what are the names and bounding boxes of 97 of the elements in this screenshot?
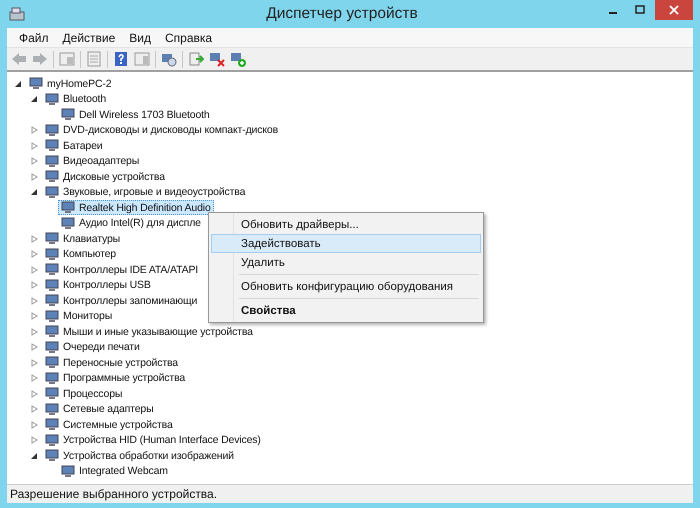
- menu-item[interactable]: Действие: [56, 30, 122, 44]
- device-icon: [45, 278, 59, 292]
- expand-icon[interactable]: [31, 126, 38, 134]
- tree-item[interactable]: Контроллеры запоминающи: [42, 293, 200, 308]
- tree-item[interactable]: Integrated Webcam: [58, 464, 171, 479]
- expand-icon[interactable]: [31, 328, 38, 336]
- expand-icon[interactable]: [31, 142, 38, 150]
- maximize-icon[interactable]: [634, 5, 644, 15]
- tree-item[interactable]: Клавиатуры: [42, 231, 124, 246]
- device-icon: [45, 186, 59, 199]
- device-icon: [45, 170, 59, 184]
- panel-icon[interactable]: [134, 51, 150, 67]
- device-icon: [29, 77, 43, 90]
- menu-item[interactable]: Обновить драйверы...: [211, 215, 481, 234]
- tree-item[interactable]: Контроллеры USB: [42, 278, 154, 293]
- tree-item[interactable]: Мониторы: [42, 308, 116, 324]
- device-icon: [45, 325, 59, 338]
- expand-icon[interactable]: [31, 281, 38, 290]
- tree-item[interactable]: Аудио Intel(R) для диспле: [58, 216, 204, 231]
- collapse-icon[interactable]: [31, 452, 38, 460]
- device-icon: [45, 434, 59, 447]
- expand-icon[interactable]: [31, 250, 38, 258]
- device-icon: [45, 92, 59, 106]
- expand-icon[interactable]: [31, 390, 38, 398]
- collapse-icon[interactable]: [31, 188, 38, 196]
- tree-item[interactable]: Процессоры: [42, 386, 126, 402]
- expand-icon[interactable]: [31, 358, 38, 367]
- tree-item[interactable]: Видеоадаптеры: [42, 154, 142, 169]
- list-icon[interactable]: [86, 51, 102, 67]
- tree-item[interactable]: Устройства HID (Human Interface Devices): [42, 432, 264, 448]
- menu-item[interactable]: Задействовать: [211, 234, 481, 253]
- expand-icon[interactable]: [31, 172, 38, 181]
- device-icon: [45, 294, 59, 308]
- device-icon: [45, 124, 59, 137]
- device-icon: [45, 232, 59, 246]
- tree-item[interactable]: Компьютер: [42, 246, 119, 262]
- tree-item[interactable]: Программные устройства: [42, 370, 188, 386]
- tree-item[interactable]: Переносные устройства: [42, 355, 182, 370]
- tree-item[interactable]: Dell Wireless 1703 Bluetooth: [58, 107, 213, 122]
- menu-item[interactable]: Свойства: [211, 301, 481, 320]
- expand-icon[interactable]: [31, 374, 38, 382]
- close-button[interactable]: [655, 0, 693, 20]
- device-icon: [61, 216, 75, 230]
- device-icon: [45, 356, 59, 370]
- enable-device-icon[interactable]: [230, 51, 246, 67]
- device-icon: [45, 340, 59, 354]
- tree-item[interactable]: Системные устройства: [42, 417, 176, 432]
- collapse-icon[interactable]: [15, 80, 22, 88]
- device-icon: [45, 248, 59, 261]
- device-icon: [45, 449, 59, 462]
- tree-item[interactable]: Устройства обработки изображений: [42, 448, 237, 464]
- expand-icon[interactable]: [31, 343, 38, 352]
- expand-icon[interactable]: [31, 266, 38, 274]
- device-icon: [45, 402, 59, 416]
- menu-item[interactable]: Обновить конфигурацию оборудования: [211, 277, 481, 296]
- tree-item[interactable]: Дисковые устройства: [42, 169, 168, 184]
- status-bar: Разрешение выбранного устройства.: [7, 484, 693, 503]
- device-icon: [45, 139, 59, 152]
- back-icon[interactable]: [11, 51, 27, 67]
- expand-icon[interactable]: [31, 405, 38, 414]
- tree-item[interactable]: Realtek High Definition Audio: [58, 200, 214, 216]
- expand-icon[interactable]: [31, 312, 38, 320]
- device-icon: [45, 310, 59, 323]
- tree-item[interactable]: myHomePC-2: [26, 76, 114, 92]
- update-driver-icon[interactable]: [188, 51, 204, 67]
- close-icon[interactable]: [669, 5, 679, 15]
- device-icon: [45, 418, 59, 432]
- device-icon: [61, 108, 75, 122]
- device-icon: [61, 201, 75, 214]
- tree-item[interactable]: Bluetooth: [42, 92, 110, 107]
- tree-item[interactable]: Звуковые, игровые и видеоустройства: [42, 184, 248, 200]
- menu-item[interactable]: Удалить: [211, 253, 481, 272]
- tree-item[interactable]: Контроллеры IDE ATA/ATAPI: [42, 262, 202, 278]
- device-icon: [45, 263, 59, 276]
- device-icon: [45, 372, 59, 385]
- tree-item[interactable]: Батареи: [42, 138, 106, 154]
- device-icon: [45, 154, 59, 168]
- help-icon[interactable]: [113, 51, 129, 67]
- expand-icon[interactable]: [31, 420, 38, 429]
- menu-item[interactable]: Вид: [122, 30, 158, 44]
- console-tree-icon[interactable]: [59, 51, 75, 67]
- forward-icon[interactable]: [32, 51, 48, 67]
- tree-item[interactable]: Сетевые адаптеры: [42, 402, 156, 417]
- device-icon: [45, 387, 59, 400]
- tree-item[interactable]: DVD-дисководы и дисководы компакт-дисков: [42, 122, 282, 138]
- tree-item[interactable]: Очереди печати: [42, 340, 143, 355]
- collapse-icon[interactable]: [31, 95, 38, 104]
- expand-icon[interactable]: [31, 234, 38, 243]
- expand-icon[interactable]: [31, 436, 38, 444]
- window-title: Диспетчер устройств: [265, 5, 419, 23]
- uninstall-icon[interactable]: [209, 51, 225, 67]
- menu-item[interactable]: Файл: [12, 30, 56, 44]
- expand-icon[interactable]: [31, 296, 38, 305]
- device-icon: [61, 464, 75, 478]
- expand-icon[interactable]: [31, 157, 38, 166]
- menu-item[interactable]: Справка: [158, 30, 220, 44]
- tree-item[interactable]: Мыши и иные указывающие устройства: [42, 324, 256, 340]
